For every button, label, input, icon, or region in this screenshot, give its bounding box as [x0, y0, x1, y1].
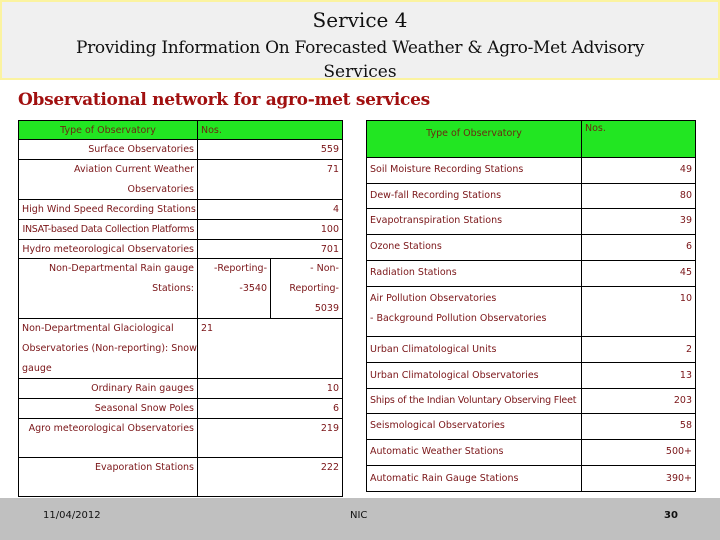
table-row-type: Radiation Stations [366, 260, 582, 287]
table-row-type: Automatic Weather Stations [366, 439, 582, 466]
table-row-type: Seasonal Snow Poles [18, 398, 198, 419]
table-row-nos: 500+ [581, 439, 696, 466]
table-row-nos: 222 [197, 457, 343, 497]
table-row-nos: 6 [581, 234, 696, 261]
table-row-nos: 39 [581, 208, 696, 235]
table-row-type: Dew-fall Recording Stations [366, 183, 582, 209]
cell-text: Non-Departmental Glaciological [22, 323, 174, 334]
table-row-nos: 58 [581, 413, 696, 440]
cell-text: Observatories (Non-reporting): Snow [22, 343, 197, 354]
slide-title-line3: Services [323, 62, 397, 82]
cell-text: Reporting- [289, 283, 339, 294]
cell-text: - Non- [310, 263, 339, 274]
left-header-nos: Nos. [197, 120, 343, 140]
table-row-nos: 10 [581, 286, 696, 337]
title-band: Service 4 Providing Information On Forec… [0, 0, 720, 82]
table-row-reporting: -Reporting- -3540 [197, 258, 271, 319]
left-header-type: Type of Observatory [18, 120, 198, 140]
table-row-type: INSAT-based Data Collection Platforms [18, 219, 198, 240]
slide-footer: 11/04/2012 NIC 30 [0, 498, 720, 540]
cell-text: Air Pollution Observatories [370, 293, 497, 304]
table-row-non-reporting: - Non- Reporting- 5039 [270, 258, 343, 319]
table-row-type: Soil Moisture Recording Stations [366, 157, 582, 184]
section-heading: Observational network for agro-met servi… [18, 90, 430, 110]
table-row-nos: 701 [197, 239, 343, 259]
table-row-type: Surface Observatories [18, 139, 198, 160]
table-row-type: Urban Climatological Observatories [366, 362, 582, 389]
table-row-type: Evaporation Stations [18, 457, 198, 497]
cell-text: Observatories [127, 184, 194, 195]
table-row-type: Ships of the Indian Voluntary Observing … [366, 388, 582, 414]
cell-text: Non-Departmental Rain gauge [49, 263, 194, 274]
table-row-nos: 71 [197, 159, 343, 200]
table-row-type: Automatic Rain Gauge Stations [366, 465, 582, 492]
table-row-nos: 45 [581, 260, 696, 287]
cell-text: gauge [22, 363, 52, 374]
table-row-nos: 4 [197, 199, 343, 220]
cell-text: Aviation Current Weather [74, 164, 194, 175]
table-row-type: Hydro meteorological Observatories [18, 239, 198, 259]
right-header-nos: Nos. [581, 120, 696, 158]
table-row-type: Non-Departmental Glaciological Observato… [18, 318, 198, 379]
cell-text: -Reporting- [213, 263, 267, 274]
table-row-nos: 559 [197, 139, 343, 160]
cell-text: - Background Pollution Observatories [370, 313, 547, 324]
table-row-type: Urban Climatological Units [366, 336, 582, 363]
page-number: 30 [664, 510, 678, 521]
slide-title: Service 4 [312, 8, 408, 32]
table-row-type: Air Pollution Observatories - Background… [366, 286, 582, 337]
table-row-nos: 13 [581, 362, 696, 389]
table-row-type: Aviation Current Weather Observatories [18, 159, 198, 200]
table-row-nos: 219 [197, 418, 343, 458]
table-row-type: Agro meteorological Observatories [18, 418, 198, 458]
table-row-nos: 10 [197, 378, 343, 399]
table-row-nos: 390+ [581, 465, 696, 492]
table-row-type: Non-Departmental Rain gauge Stations: [18, 258, 198, 319]
table-row-nos: 203 [581, 388, 696, 414]
table-row-nos: 2 [581, 336, 696, 363]
table-row-type: Seismological Observatories [366, 413, 582, 440]
table-row-type: Ozone Stations [366, 234, 582, 261]
right-header-type: Type of Observatory [366, 120, 582, 158]
table-row-type: Ordinary Rain gauges [18, 378, 198, 399]
table-row-nos: 49 [581, 157, 696, 184]
table-row-nos: 80 [581, 183, 696, 209]
table-row-type: High Wind Speed Recording Stations [18, 199, 198, 220]
table-row-nos: 6 [197, 398, 343, 419]
cell-text: -3540 [239, 283, 267, 294]
cell-text: Stations: [152, 283, 194, 294]
table-row-nos: 100 [197, 219, 343, 240]
cell-text: 5039 [314, 303, 339, 314]
slide-title-line2: Providing Information On Forecasted Weat… [75, 38, 645, 58]
footer-date: 11/04/2012 [43, 510, 101, 521]
footer-organization: NIC [350, 510, 368, 521]
table-row-type: Evapotranspiration Stations [366, 208, 582, 235]
table-row-nos: 21 [197, 318, 343, 379]
